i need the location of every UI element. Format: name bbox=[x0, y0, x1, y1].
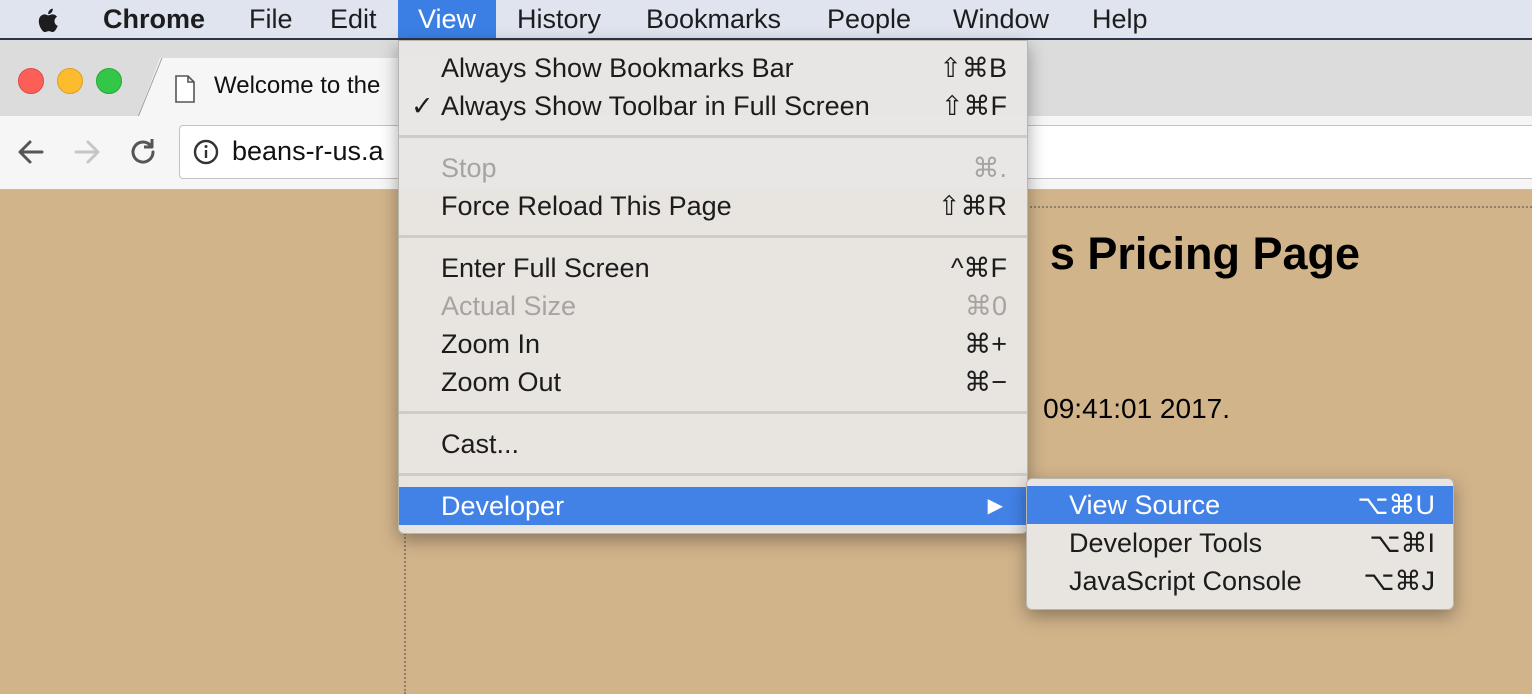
close-window-button[interactable] bbox=[18, 68, 44, 94]
menu-item-label: Developer Tools bbox=[1069, 528, 1263, 558]
menu-bookmarks[interactable]: Bookmarks bbox=[626, 0, 801, 38]
menu-item-cast[interactable]: Cast... bbox=[399, 425, 1027, 463]
menu-item-shortcut: ⇧⌘R bbox=[937, 191, 1007, 221]
back-arrow-icon[interactable] bbox=[14, 135, 48, 169]
menu-item-label: Always Show Bookmarks Bar bbox=[441, 53, 794, 83]
menu-item-shortcut: ⌥⌘I bbox=[1369, 528, 1435, 558]
menu-item-label: Force Reload This Page bbox=[441, 191, 732, 221]
menu-item-actual-size[interactable]: Actual Size ⌘0 bbox=[399, 287, 1027, 325]
menu-view[interactable]: View bbox=[398, 0, 497, 38]
menu-item-zoom-in[interactable]: Zoom In ⌘+ bbox=[399, 325, 1027, 363]
menu-item-label: JavaScript Console bbox=[1069, 566, 1302, 596]
menu-item-always-show-toolbar[interactable]: ✓ Always Show Toolbar in Full Screen ⇧⌘F bbox=[399, 87, 1027, 125]
menu-item-label: Developer bbox=[441, 491, 565, 521]
reload-icon[interactable] bbox=[126, 135, 160, 169]
checkmark-icon: ✓ bbox=[411, 91, 434, 121]
menu-item-shortcut: ⌘− bbox=[964, 367, 1007, 397]
menu-separator bbox=[399, 473, 1027, 476]
menu-item-label: Zoom In bbox=[441, 329, 541, 359]
menu-item-developer-tools[interactable]: Developer Tools ⌥⌘I bbox=[1027, 524, 1453, 562]
menu-item-shortcut: ⌘0 bbox=[964, 291, 1007, 321]
menu-file[interactable]: File bbox=[229, 0, 313, 38]
url-text[interactable]: beans-r-us.a bbox=[232, 136, 384, 167]
tab-title: Welcome to the bbox=[214, 72, 381, 99]
menu-item-label: Zoom Out bbox=[441, 367, 562, 397]
menu-item-javascript-console[interactable]: JavaScript Console ⌥⌘J bbox=[1027, 562, 1453, 600]
menu-item-shortcut: ⌘. bbox=[972, 153, 1007, 183]
menu-item-shortcut: ⇧⌘B bbox=[939, 53, 1007, 83]
menu-item-label: Actual Size bbox=[441, 291, 577, 321]
view-menu-dropdown: Always Show Bookmarks Bar ⇧⌘B ✓ Always S… bbox=[398, 40, 1028, 534]
menu-people[interactable]: People bbox=[807, 0, 931, 38]
info-icon[interactable] bbox=[193, 139, 219, 165]
menu-item-label: Always Show Toolbar in Full Screen bbox=[441, 91, 870, 121]
document-icon bbox=[175, 75, 195, 103]
menu-item-shortcut: ⌘+ bbox=[964, 329, 1007, 359]
menu-bar: Chrome File Edit View History Bookmarks … bbox=[0, 0, 1532, 40]
menu-item-developer[interactable]: Developer ▶ bbox=[399, 487, 1027, 525]
minimize-window-button[interactable] bbox=[57, 68, 83, 94]
apple-logo-icon[interactable] bbox=[34, 5, 64, 35]
menu-separator bbox=[399, 235, 1027, 238]
menu-item-label: Cast... bbox=[441, 429, 520, 459]
submenu-arrow-icon: ▶ bbox=[987, 495, 1003, 517]
menu-item-view-source[interactable]: View Source ⌥⌘U bbox=[1027, 486, 1453, 524]
menu-separator bbox=[399, 135, 1027, 138]
menu-help[interactable]: Help bbox=[1072, 0, 1168, 38]
menu-item-shortcut: ⌥⌘J bbox=[1363, 566, 1435, 596]
forward-arrow-icon[interactable] bbox=[70, 135, 104, 169]
menu-history[interactable]: History bbox=[497, 0, 621, 38]
menu-item-shortcut: ^⌘F bbox=[950, 253, 1007, 283]
menu-item-label: Enter Full Screen bbox=[441, 253, 650, 283]
menu-edit[interactable]: Edit bbox=[310, 0, 397, 38]
menu-item-zoom-out[interactable]: Zoom Out ⌘− bbox=[399, 363, 1027, 401]
menu-item-label: Stop bbox=[441, 153, 497, 183]
menu-separator bbox=[399, 411, 1027, 414]
menu-item-force-reload[interactable]: Force Reload This Page ⇧⌘R bbox=[399, 187, 1027, 225]
menu-app-chrome[interactable]: Chrome bbox=[83, 0, 225, 38]
fullscreen-window-button[interactable] bbox=[96, 68, 122, 94]
developer-submenu: View Source ⌥⌘U Developer Tools ⌥⌘I Java… bbox=[1026, 478, 1454, 610]
menu-window[interactable]: Window bbox=[933, 0, 1069, 38]
menu-item-always-show-bookmarks-bar[interactable]: Always Show Bookmarks Bar ⇧⌘B bbox=[399, 49, 1027, 87]
menu-item-shortcut: ⇧⌘F bbox=[940, 91, 1007, 121]
menu-item-enter-full-screen[interactable]: Enter Full Screen ^⌘F bbox=[399, 249, 1027, 287]
menu-item-stop[interactable]: Stop ⌘. bbox=[399, 149, 1027, 187]
menu-item-label: View Source bbox=[1069, 490, 1221, 520]
menu-item-shortcut: ⌥⌘U bbox=[1357, 490, 1435, 520]
